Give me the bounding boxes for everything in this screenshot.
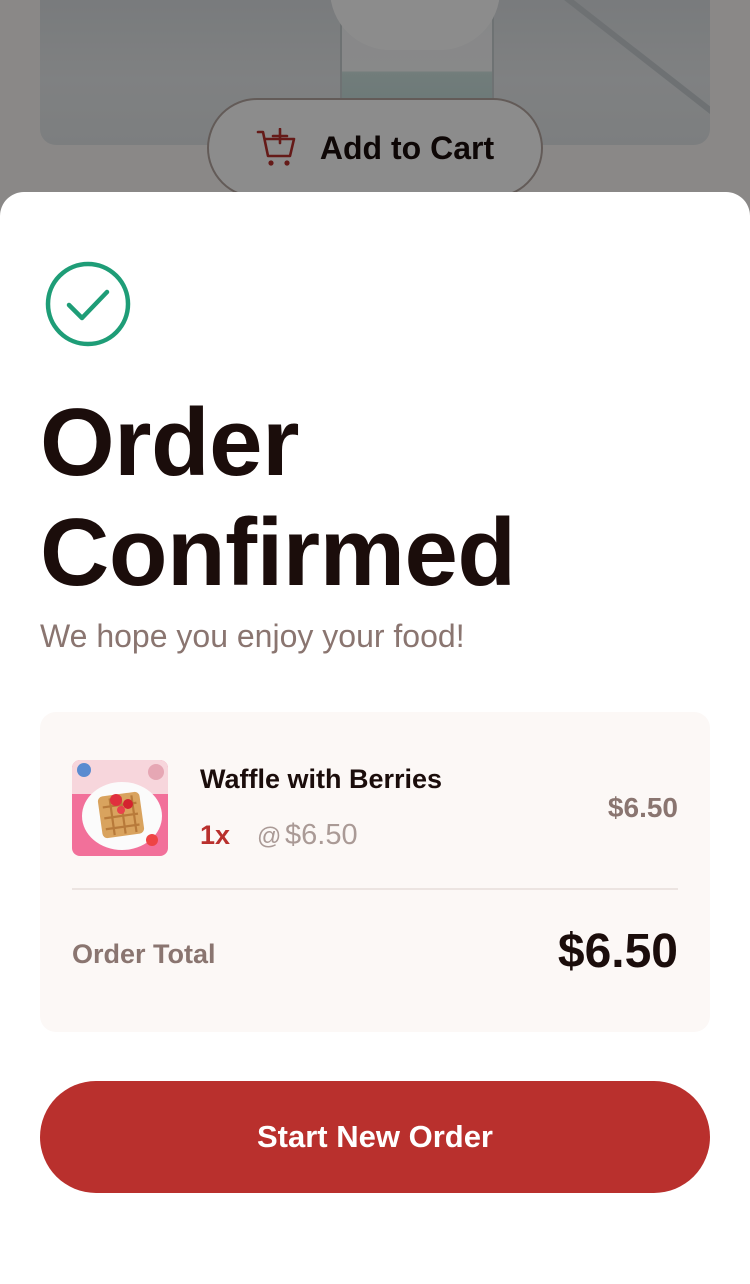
start-new-order-button[interactable]: Start New Order xyxy=(40,1081,710,1193)
page-title: Order Confirmed xyxy=(40,389,516,606)
item-name: Waffle with Berries xyxy=(200,764,443,794)
check-circle-icon xyxy=(45,261,131,347)
item-unit-price: $6.50 xyxy=(285,819,358,851)
item-quantity: 1x xyxy=(200,820,231,850)
order-total-value: $6.50 xyxy=(557,925,678,978)
summary-divider xyxy=(72,888,678,890)
waffle-thumbnail xyxy=(72,760,168,856)
order-total-label: Order Total xyxy=(72,939,216,969)
page-subtitle: We hope you enjoy your food! xyxy=(40,618,465,654)
order-confirmation-modal: Order Confirmed We hope you enjoy your f… xyxy=(0,192,750,1284)
item-line-total: $6.50 xyxy=(607,792,678,823)
item-at-symbol: @ xyxy=(257,823,282,850)
order-summary: Waffle with Berries 1x @ $6.50 $6.50 Ord… xyxy=(40,712,710,1032)
